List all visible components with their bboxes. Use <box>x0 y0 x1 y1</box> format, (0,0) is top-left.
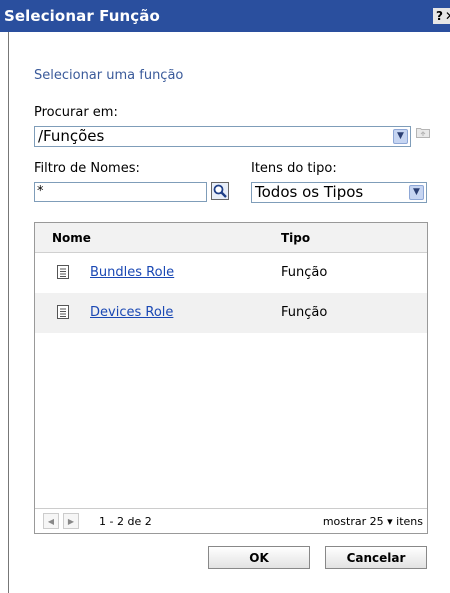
browse-value: /Funções <box>38 127 105 145</box>
next-page-icon[interactable]: ▶ <box>63 513 79 529</box>
name-filter-label: Filtro de Nomes: <box>34 161 140 176</box>
search-button[interactable] <box>211 182 229 200</box>
show-label: mostrar <box>322 515 367 528</box>
browse-select[interactable]: /Funções ▼ <box>34 126 411 147</box>
chevron-down-icon[interactable]: ▼ <box>409 185 424 200</box>
document-icon <box>57 305 69 319</box>
dialog-subtitle: Selecionar uma função <box>34 68 184 83</box>
page-size-control[interactable]: mostrar 25 ▾ itens <box>323 515 423 528</box>
close-button[interactable]: ✕ <box>444 8 450 24</box>
role-type: Função <box>281 265 328 280</box>
role-link[interactable]: Bundles Role <box>90 265 174 280</box>
name-filter-input[interactable]: * <box>34 182 207 202</box>
browse-label: Procurar em: <box>34 105 118 120</box>
chevron-down-icon[interactable]: ▼ <box>393 129 408 144</box>
items-label: itens <box>396 515 423 528</box>
column-header-name[interactable]: Nome <box>52 231 91 245</box>
role-type: Função <box>281 305 328 320</box>
prev-page-icon[interactable]: ◀ <box>43 513 59 529</box>
search-icon <box>213 184 227 198</box>
item-type-select[interactable]: Todos os Tipos ▼ <box>251 182 427 203</box>
document-icon <box>57 265 69 279</box>
cancel-button[interactable]: Cancelar <box>325 546 427 569</box>
page-range: 1 - 2 de 2 <box>99 515 152 528</box>
table-row[interactable]: Bundles Role Função <box>35 253 427 293</box>
folder-up-icon[interactable] <box>416 126 430 138</box>
table-header: Nome Tipo <box>35 223 427 253</box>
chevron-down-icon[interactable]: ▾ <box>387 515 393 528</box>
dialog-title: Selecionar Função <box>4 7 160 25</box>
dialog-titlebar: Selecionar Função <box>0 0 450 32</box>
table-row[interactable]: Devices Role Função <box>35 293 427 333</box>
role-link[interactable]: Devices Role <box>90 305 173 320</box>
roles-table: Nome Tipo Bundles Role Função Devices Ro… <box>34 222 428 534</box>
item-type-label: Itens do tipo: <box>251 161 337 176</box>
pagination-bar: ◀ ▶ 1 - 2 de 2 mostrar 25 ▾ itens <box>35 508 427 533</box>
column-header-type[interactable]: Tipo <box>281 231 310 245</box>
page-size-value[interactable]: 25 <box>370 515 384 528</box>
ok-button[interactable]: OK <box>208 546 310 569</box>
item-type-value: Todos os Tipos <box>255 183 364 201</box>
dialog-left-border <box>8 32 9 593</box>
